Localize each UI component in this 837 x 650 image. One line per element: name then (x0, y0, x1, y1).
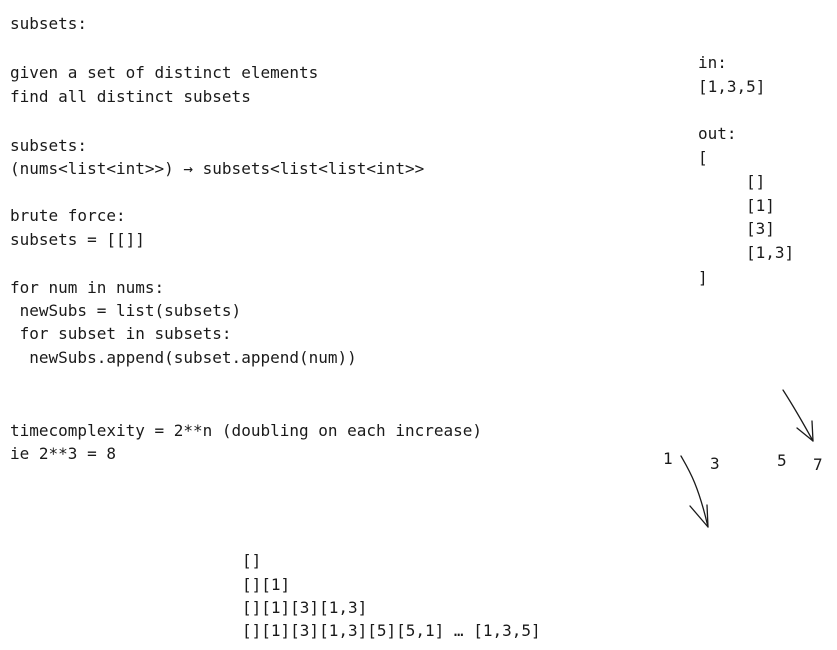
growth-line-3: [][1][3][1,3] (242, 598, 368, 617)
arrow-down-right-icon (782, 389, 814, 442)
arrows-layer (680, 389, 814, 528)
growth-line-2: [][1] (242, 575, 291, 594)
arrow-down-right-icon (680, 455, 709, 528)
growth-line-4: [][1][3][1,3][5][5,1] … [1,3,5] (242, 621, 541, 640)
growth-line-1: [] (242, 551, 262, 570)
